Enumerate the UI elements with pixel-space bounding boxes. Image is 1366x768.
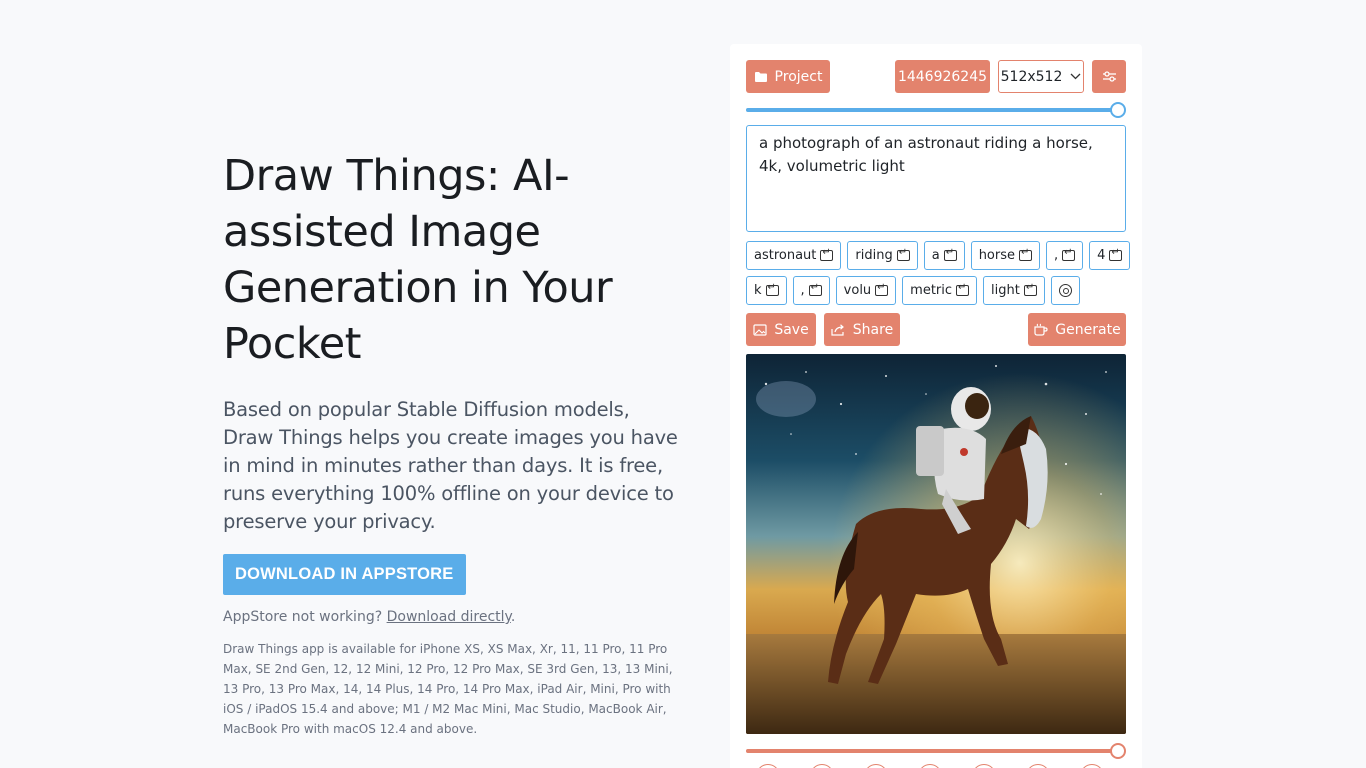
bottom-control[interactable] xyxy=(972,764,996,768)
bottom-control[interactable] xyxy=(1080,764,1104,768)
token-label: 4 xyxy=(1097,248,1106,263)
share-icon xyxy=(831,323,844,336)
cup-icon xyxy=(1034,323,1048,336)
token-chip[interactable]: horse xyxy=(970,241,1040,270)
token-chip[interactable]: volu xyxy=(835,276,897,305)
bottom-control[interactable] xyxy=(864,764,888,768)
enter-icon xyxy=(1109,247,1123,261)
project-label: Project xyxy=(774,68,823,85)
settings-button[interactable] xyxy=(1092,60,1126,93)
size-value: 512x512 xyxy=(1000,68,1063,85)
appstore-note: AppStore not working? Download directly. xyxy=(223,609,683,625)
enter-icon xyxy=(875,282,889,296)
hero-section: Draw Things: AI-assisted Image Generatio… xyxy=(223,148,683,739)
enter-icon xyxy=(1062,247,1076,261)
enter-icon xyxy=(808,282,822,296)
enter-icon xyxy=(820,247,834,261)
save-label: Save xyxy=(774,321,809,338)
share-button[interactable]: Share xyxy=(824,313,900,346)
folder-icon xyxy=(754,71,767,82)
token-chip[interactable]: astronaut xyxy=(746,241,842,270)
enter-icon xyxy=(943,247,957,261)
token-list: astronaut riding a horse, 4 k, volu metric light xyxy=(746,241,1136,305)
appstore-note-suffix: . xyxy=(510,609,516,625)
appstore-note-prefix: AppStore not working? xyxy=(223,609,387,625)
add-token-button[interactable] xyxy=(1050,276,1080,305)
token-label: astronaut xyxy=(754,248,817,263)
generated-image-art xyxy=(746,354,1126,734)
token-label: riding xyxy=(855,248,893,263)
token-label: k xyxy=(754,283,762,298)
token-chip[interactable]: riding xyxy=(847,241,918,270)
download-directly-link[interactable]: Download directly xyxy=(387,609,511,625)
save-button[interactable]: Save xyxy=(746,313,816,346)
image-icon xyxy=(753,323,767,336)
compatibility-note: Draw Things app is available for iPhone … xyxy=(223,642,673,736)
bottom-control[interactable] xyxy=(1026,764,1050,768)
token-label: a xyxy=(931,248,940,263)
token-label: light xyxy=(991,283,1020,298)
bottom-control[interactable] xyxy=(810,764,834,768)
token-label: horse xyxy=(978,248,1015,263)
enter-icon xyxy=(765,282,779,296)
enter-icon xyxy=(1019,247,1032,261)
generate-button[interactable]: Generate xyxy=(1028,313,1126,346)
generate-label: Generate xyxy=(1055,321,1121,338)
seed-button[interactable]: 1446926245 xyxy=(895,60,990,93)
chevron-down-icon xyxy=(1070,73,1081,80)
enter-icon xyxy=(896,247,910,261)
seed-value: 1446926245 xyxy=(897,68,988,85)
token-chip[interactable]: light xyxy=(983,276,1045,305)
bottom-control[interactable] xyxy=(918,764,942,768)
token-chip[interactable]: metric xyxy=(902,276,978,305)
share-label: Share xyxy=(852,321,894,338)
token-chip[interactable]: 4 xyxy=(1089,241,1131,270)
circle-dot-icon xyxy=(1058,284,1072,297)
steps-slider-thumb[interactable] xyxy=(1110,102,1126,118)
enter-icon xyxy=(956,282,970,296)
demo-panel: Project 1446926245 512x512 a photograph … xyxy=(730,44,1142,768)
guidance-slider[interactable] xyxy=(746,743,1126,759)
page-title: Draw Things: AI-assisted Image Generatio… xyxy=(223,151,613,369)
guidance-slider-thumb[interactable] xyxy=(1110,743,1126,759)
token-label: volu xyxy=(843,283,872,298)
enter-icon xyxy=(1023,282,1037,296)
guidance-slider-fill xyxy=(746,749,1118,753)
size-select[interactable]: 512x512 xyxy=(998,60,1084,93)
bottom-controls xyxy=(756,764,1116,768)
project-button[interactable]: Project xyxy=(746,60,830,93)
steps-slider[interactable] xyxy=(746,102,1126,118)
generated-image xyxy=(746,354,1126,734)
download-appstore-button[interactable]: DOWNLOAD IN APPSTORE xyxy=(223,554,466,595)
sliders-icon xyxy=(1102,71,1116,82)
token-label: , xyxy=(800,283,805,298)
token-chip[interactable]: k xyxy=(746,276,787,305)
token-chip[interactable]: , xyxy=(1046,241,1084,270)
hero-description: Based on popular Stable Diffusion models… xyxy=(223,398,678,533)
prompt-input[interactable]: a photograph of an astronaut riding a ho… xyxy=(746,125,1126,232)
token-label: metric xyxy=(910,283,953,298)
token-chip[interactable]: , xyxy=(792,276,830,305)
bottom-control[interactable] xyxy=(756,764,780,768)
token-chip[interactable]: a xyxy=(923,241,965,270)
token-label: , xyxy=(1054,248,1059,263)
steps-slider-fill xyxy=(746,108,1118,112)
